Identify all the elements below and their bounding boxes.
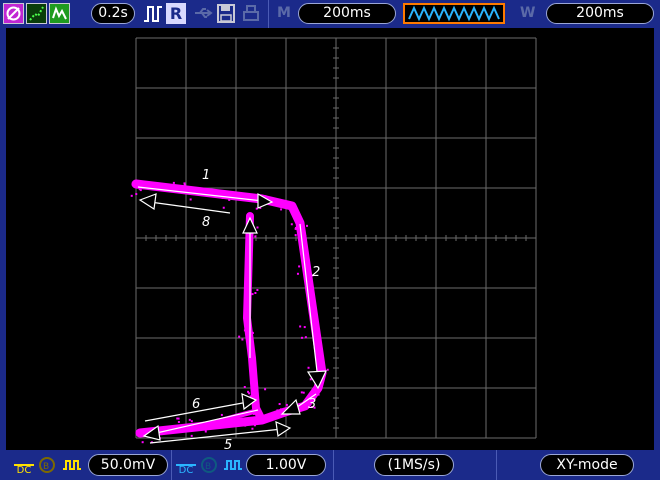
label-8: 8 <box>202 215 210 230</box>
arrow-3-head <box>280 398 301 415</box>
trace-dot <box>307 366 310 369</box>
ch1-coupling[interactable]: DC <box>14 454 34 476</box>
trace-dot <box>280 208 283 211</box>
trace-dot <box>177 417 180 420</box>
arrow-5-head <box>275 421 292 438</box>
trace-path-inner <box>243 212 266 424</box>
trace-dot <box>304 336 307 339</box>
trace-dot <box>241 338 244 341</box>
ch1-coupling-label: DC <box>14 464 34 476</box>
trace-dot <box>285 403 288 406</box>
window-timebase-label: W <box>520 5 536 21</box>
trace-dot <box>135 193 138 196</box>
graticule: 1 2 3 4 5 6 8 <box>130 37 537 450</box>
bottom-status-bar: DC B 50.0mV DC B 1.00V (1MS/s) XY-mode <box>0 450 660 480</box>
trace-dot <box>278 403 281 406</box>
math-icon[interactable] <box>26 3 47 24</box>
svg-text:B: B <box>205 462 211 472</box>
label-3: 3 <box>308 397 316 412</box>
label-2: 2 <box>312 265 320 280</box>
ch1-volts-per-div[interactable]: 50.0mV <box>88 454 168 476</box>
svg-text:B: B <box>43 462 49 472</box>
ch2-volts-per-div[interactable]: 1.00V <box>246 454 326 476</box>
trace-dot <box>251 427 254 430</box>
trace-dot <box>190 434 193 437</box>
window-timebase-value[interactable]: 200ms <box>546 3 654 24</box>
trace-dot <box>294 234 297 237</box>
trace-dot <box>326 368 329 371</box>
waveform-icon[interactable] <box>49 3 70 24</box>
trace-path-main <box>131 179 327 438</box>
ch1-invert-icon <box>61 454 83 476</box>
trace-dot <box>290 223 293 226</box>
trace-dot <box>188 418 191 421</box>
main-timebase-value[interactable]: 200ms <box>298 3 396 24</box>
trace-dot <box>299 325 302 328</box>
grid-lines <box>135 37 537 439</box>
trace-dot <box>298 265 301 268</box>
ch2-invert-icon <box>222 454 244 476</box>
trace-dot <box>222 206 225 209</box>
trace-dot <box>256 226 259 229</box>
trace-dot <box>254 235 257 238</box>
trace-dot <box>243 386 246 389</box>
trace-dot <box>300 391 303 394</box>
xy-trace <box>130 179 329 444</box>
main-timebase-label: M <box>277 5 291 21</box>
trace-dot <box>130 194 133 197</box>
display-area: 1 2 3 4 5 6 8 <box>0 28 660 450</box>
trace-dot <box>254 291 257 294</box>
label-5: 5 <box>224 438 232 450</box>
trace-dot <box>204 430 207 433</box>
trace-dot <box>303 326 306 329</box>
trace-dot <box>190 420 193 423</box>
oscilloscope-screen: 0.2s R M 200ms W 200ms 1 2 3 5 6 8 DC B … <box>0 0 660 480</box>
timebase-pill[interactable]: 0.2s <box>91 3 135 24</box>
floppy-disk-icon[interactable] <box>216 3 236 24</box>
arrow-8 <box>149 201 231 214</box>
label-1: 1 <box>202 168 210 183</box>
trace-dot <box>177 421 180 424</box>
trace-dot <box>172 181 175 184</box>
waveform-window-indicator[interactable] <box>403 3 505 24</box>
trace-dot <box>300 336 303 339</box>
display-mode[interactable]: XY-mode <box>540 454 634 476</box>
trace-dot <box>264 388 267 391</box>
trace-dot <box>296 272 299 275</box>
ch2-coupling[interactable]: DC <box>176 454 196 476</box>
trace-dot <box>302 391 305 394</box>
arrow-8-head <box>138 193 157 211</box>
top-toolbar: 0.2s R M 200ms W 200ms <box>0 0 660 30</box>
pulse-trigger-icon[interactable] <box>142 3 164 24</box>
label-6: 6 <box>192 397 200 412</box>
trace-dot <box>189 198 192 201</box>
arrow-7-head <box>242 216 258 234</box>
trace-dot <box>141 441 144 444</box>
printer-icon <box>241 3 261 24</box>
ch2-coupling-label: DC <box>176 464 196 476</box>
trace-dot <box>238 335 241 338</box>
usb-icon <box>192 3 214 24</box>
trace-dot <box>251 293 254 296</box>
ch1-bw-limit-icon: B <box>37 454 57 476</box>
sample-rate: (1MS/s) <box>374 454 454 476</box>
ch2-bw-limit-icon: B <box>199 454 219 476</box>
cursor-icon[interactable] <box>3 3 24 24</box>
trace-dot <box>306 224 309 227</box>
trace-dot <box>248 392 251 395</box>
trace-dot <box>220 413 223 416</box>
trace-dot <box>256 288 259 291</box>
run-status-badge[interactable]: R <box>166 3 186 24</box>
